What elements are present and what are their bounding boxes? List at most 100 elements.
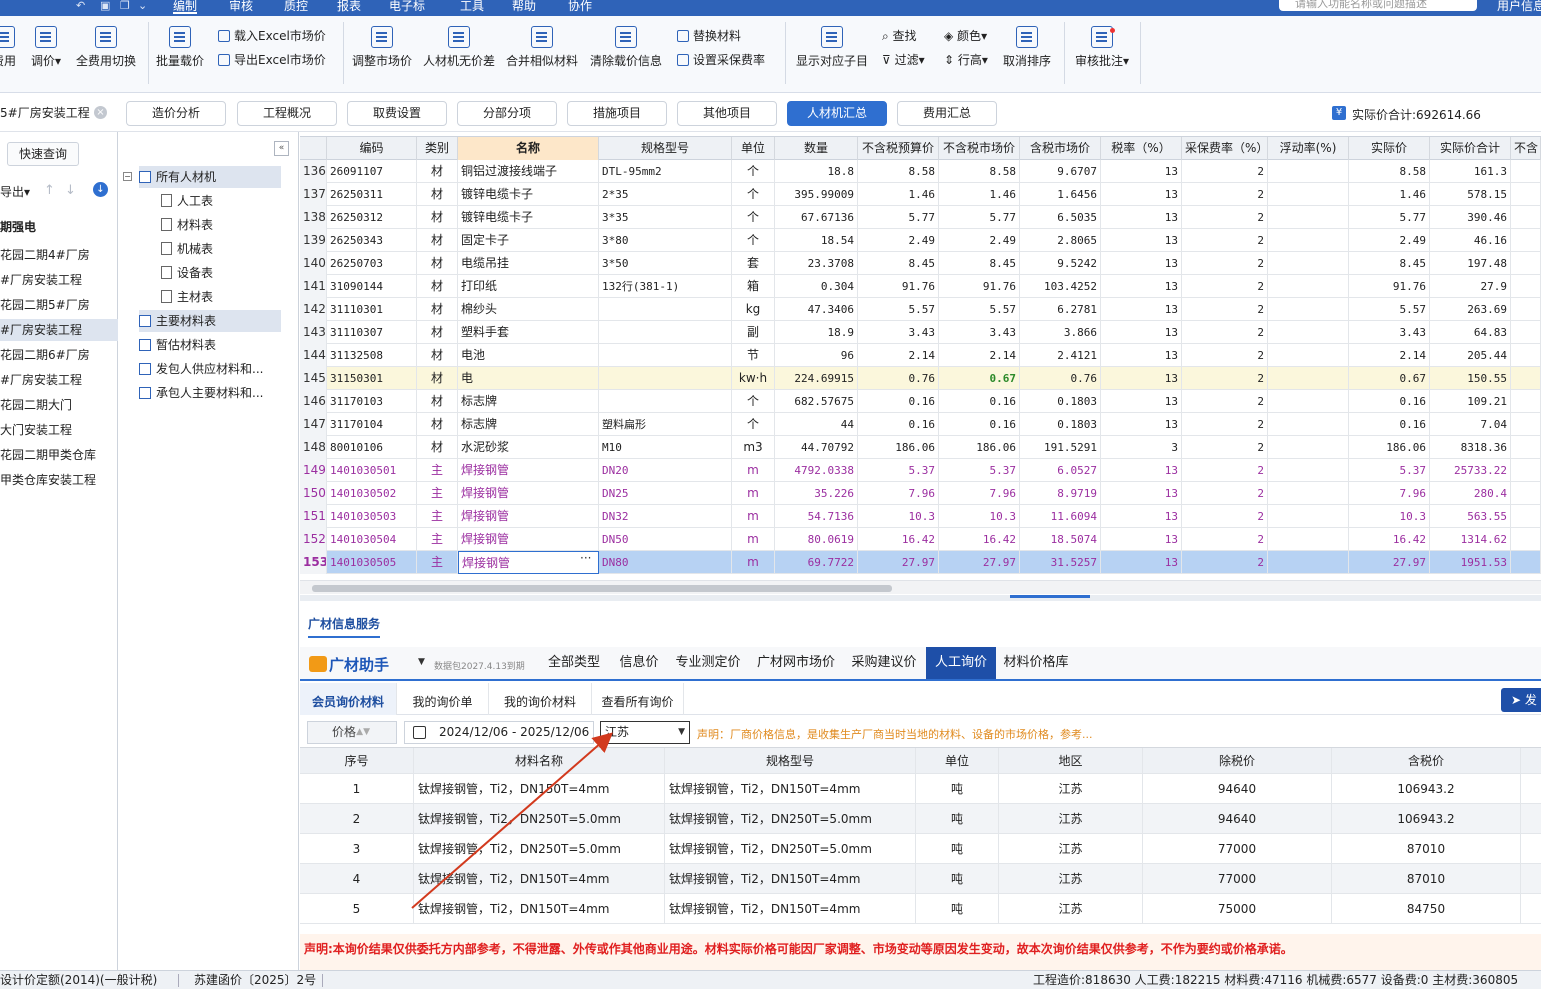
cell-name[interactable]: 棉纱头	[458, 298, 599, 321]
cell-total[interactable]: 7.04	[1430, 413, 1511, 436]
cell-code[interactable]: 31110307	[327, 321, 417, 344]
cell-unit[interactable]: 个	[732, 160, 775, 183]
cell-code[interactable]: 80010106	[327, 436, 417, 459]
cell-extra[interactable]	[1511, 367, 1541, 390]
tree-node-machinery[interactable]: 机械表	[161, 238, 213, 260]
cell-purchase[interactable]: 2	[1182, 206, 1268, 229]
inquiry-row[interactable]: 2 钛焊接钢管，Ti2，DN250T=5.0mm 钛焊接钢管，Ti2，DN250T=…	[300, 804, 1541, 834]
column-header[interactable]: 采保费率（%）	[1182, 137, 1268, 160]
cell-qty[interactable]: 47.3406	[775, 298, 858, 321]
cell-name[interactable]: 焊接钢管	[458, 482, 599, 505]
subtab-member-inquiry[interactable]: 会员询价材料	[300, 683, 397, 715]
column-header[interactable]: 不含税预算价	[858, 137, 939, 160]
cell-code[interactable]: 31150301	[327, 367, 417, 390]
cell-float[interactable]	[1268, 413, 1349, 436]
function-search-input[interactable]: 请输入功能名称或问题描述	[1279, 0, 1477, 11]
copy-icon[interactable]: ❐	[120, 0, 130, 12]
cell-spec[interactable]: DN32	[599, 505, 732, 528]
cell-qty[interactable]: 4792.0338	[775, 459, 858, 482]
cell-spec[interactable]: 塑料扁形	[599, 413, 732, 436]
cell-tax[interactable]: 13	[1101, 252, 1182, 275]
cell-purchase[interactable]: 2	[1182, 298, 1268, 321]
cell-extra[interactable]	[1511, 482, 1541, 505]
cell-extra[interactable]	[1511, 160, 1541, 183]
cell-market[interactable]: 0.16	[939, 390, 1020, 413]
cell-float[interactable]	[1268, 275, 1349, 298]
cell-spec[interactable]: DN80	[599, 551, 732, 574]
project-root[interactable]: 期强电	[0, 218, 36, 235]
cell-qty[interactable]: 18.8	[775, 160, 858, 183]
cell-spec[interactable]: 3*80	[599, 229, 732, 252]
color-button[interactable]: ◈ 颜色▾	[944, 27, 987, 44]
cell-taxed[interactable]: 2.8065	[1020, 229, 1101, 252]
clear-price-info-button[interactable]: 清除载价信息	[590, 26, 662, 69]
cell-tax[interactable]: 13	[1101, 367, 1182, 390]
table-row[interactable]: 148 80010106 材水泥砂浆 M10 m3 44.70792 186.06 186.0…	[300, 436, 1541, 459]
tree-node-client-supplied[interactable]: 发包人供应材料和...	[139, 358, 263, 380]
cell-float[interactable]	[1268, 459, 1349, 482]
cell-total[interactable]: 27.9	[1430, 275, 1511, 298]
subtab-all-inquiries[interactable]: 查看所有询价	[592, 683, 684, 715]
subtab-my-inquiries[interactable]: 我的询价单	[397, 683, 489, 715]
cell-float[interactable]	[1268, 183, 1349, 206]
project-item[interactable]: 花园二期大门	[0, 394, 118, 416]
cell-budget[interactable]: 91.76	[858, 275, 939, 298]
cell-type[interactable]: 材	[417, 229, 458, 252]
lcm-no-price-diff-button[interactable]: 人材机无价差	[423, 26, 495, 69]
cell-unit[interactable]: 个	[732, 206, 775, 229]
cell-taxed[interactable]: 2.4121	[1020, 344, 1101, 367]
cell-market[interactable]: 5.37	[939, 459, 1020, 482]
table-row[interactable]: 137 26250311 材镀锌电缆卡子 2*35 个 395.99009 1.46 1.46…	[300, 183, 1541, 206]
cell-extra[interactable]	[1511, 436, 1541, 459]
cell-taxed[interactable]: 9.6707	[1020, 160, 1101, 183]
inquiry-column-header[interactable]: 除税价	[1143, 748, 1332, 773]
cell-budget[interactable]: 186.06	[858, 436, 939, 459]
cell-code[interactable]: 26250312	[327, 206, 417, 229]
cell-code[interactable]: 31090144	[327, 275, 417, 298]
menu-report[interactable]: 报表	[337, 0, 361, 12]
quick-query-button[interactable]: 快速查询	[7, 142, 79, 166]
cell-code[interactable]: 1401030505	[327, 551, 417, 574]
cell-qty[interactable]: 80.0619	[775, 528, 858, 551]
cell-extra[interactable]	[1511, 206, 1541, 229]
cell-budget[interactable]: 0.76	[858, 367, 939, 390]
cell-name[interactable]: 标志牌	[458, 413, 599, 436]
cell-taxed[interactable]: 31.5257	[1020, 551, 1101, 574]
cell-taxed[interactable]: 6.0527	[1020, 459, 1101, 482]
cell-type[interactable]: 材	[417, 206, 458, 229]
table-row[interactable]: 149 1401030501 主焊接钢管 DN20 m 4792.0338 5.37 5.37…	[300, 459, 1541, 482]
cell-taxed[interactable]: 103.4252	[1020, 275, 1101, 298]
inquiry-row[interactable]: 5 钛焊接钢管，Ti2，DN150T=4mm 钛焊接钢管，Ti2，DN150T=4m…	[300, 894, 1541, 924]
table-row[interactable]: 151 1401030503 主焊接钢管 DN32 m 54.7136 10.3 10.3 11…	[300, 505, 1541, 528]
cell-extra[interactable]	[1511, 528, 1541, 551]
cell-extra[interactable]	[1511, 390, 1541, 413]
table-row[interactable]: 153 1401030505 主焊接钢管 DN80 m 69.7722 27.97 27.97…	[300, 551, 1541, 574]
cell-name[interactable]: 塑料手套	[458, 321, 599, 344]
cell-purchase[interactable]: 2	[1182, 505, 1268, 528]
gc-tab-manual-inquiry[interactable]: 人工询价	[926, 647, 996, 679]
cell-float[interactable]	[1268, 252, 1349, 275]
cell-code[interactable]: 1401030504	[327, 528, 417, 551]
cell-tax[interactable]: 13	[1101, 551, 1182, 574]
cell-code[interactable]: 31110301	[327, 298, 417, 321]
cell-type[interactable]: 材	[417, 252, 458, 275]
column-header[interactable]: 名称	[458, 137, 599, 160]
cell-float[interactable]	[1268, 344, 1349, 367]
adjust-price-button[interactable]: 调价▾	[31, 26, 61, 69]
cell-taxed[interactable]: 0.1803	[1020, 413, 1101, 436]
subtab-my-inquiry-materials[interactable]: 我的询价材料	[489, 683, 592, 715]
cell-purchase[interactable]: 2	[1182, 252, 1268, 275]
cell-budget[interactable]: 5.77	[858, 206, 939, 229]
tree-node-main-material[interactable]: 主材表	[161, 286, 213, 308]
cell-budget[interactable]: 5.37	[858, 459, 939, 482]
cell-unit[interactable]: 副	[732, 321, 775, 344]
filter-button[interactable]: ⊽ 过滤▾	[882, 51, 925, 68]
cell-tax[interactable]: 13	[1101, 160, 1182, 183]
column-header[interactable]: 单位	[732, 137, 775, 160]
cell-unit[interactable]: 节	[732, 344, 775, 367]
cell-total[interactable]: 197.48	[1430, 252, 1511, 275]
project-item[interactable]: 花园二期5#厂房	[0, 294, 118, 316]
cell-extra[interactable]	[1511, 344, 1541, 367]
cell-float[interactable]	[1268, 505, 1349, 528]
cell-market[interactable]: 0.67	[939, 367, 1020, 390]
